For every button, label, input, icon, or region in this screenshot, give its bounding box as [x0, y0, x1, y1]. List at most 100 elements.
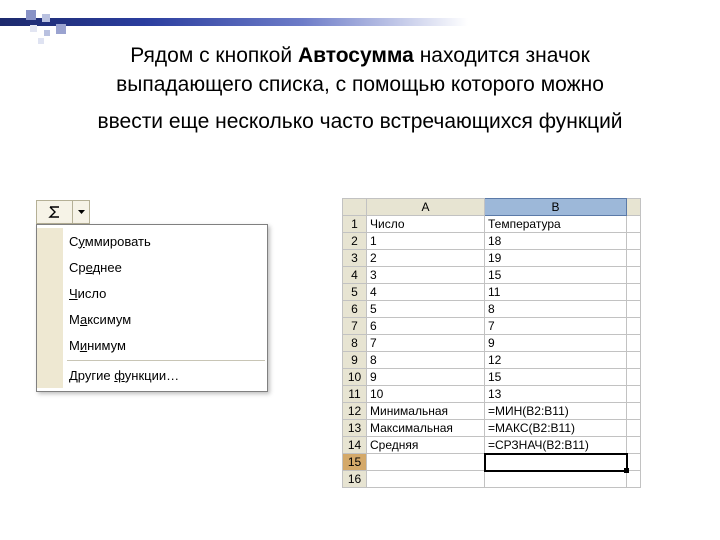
cell-stub[interactable]	[627, 420, 641, 437]
menu-item-label: Среднее	[63, 260, 267, 275]
menu-item[interactable]: Среднее	[37, 254, 267, 280]
table-row: 16	[343, 471, 641, 488]
cell[interactable]: =МАКС(B2:B11)	[485, 420, 627, 437]
cell-stub[interactable]	[627, 386, 641, 403]
autosum-dropdown-menu: Суммировать Среднее ЧислоМаксимумМинимум Др…	[36, 224, 268, 392]
cell[interactable]: 18	[485, 233, 627, 250]
cell-stub[interactable]	[627, 403, 641, 420]
table-row: 5411	[343, 284, 641, 301]
table-row: 15	[343, 454, 641, 471]
row-header[interactable]: 11	[343, 386, 367, 403]
menu-item[interactable]: Максимум	[37, 306, 267, 332]
menu-gutter	[37, 332, 63, 358]
row-header[interactable]: 7	[343, 318, 367, 335]
table-row: 9812	[343, 352, 641, 369]
cell[interactable]: 15	[485, 267, 627, 284]
cell-stub[interactable]	[627, 301, 641, 318]
spreadsheet[interactable]: A B 1ЧислоТемпература2118321943155411658…	[342, 198, 641, 488]
cell[interactable]: 5	[367, 301, 485, 318]
table-row: 10915	[343, 369, 641, 386]
cell-stub[interactable]	[627, 250, 641, 267]
cell-stub[interactable]	[627, 318, 641, 335]
cell[interactable]: 8	[485, 301, 627, 318]
cell[interactable]: 1	[367, 233, 485, 250]
table-row: 14Средняя=СРЗНАЧ(B2:B11)	[343, 437, 641, 454]
cell[interactable]	[367, 454, 485, 471]
cell-stub[interactable]	[627, 267, 641, 284]
menu-item[interactable]: Минимум	[37, 332, 267, 358]
cell[interactable]: 6	[367, 318, 485, 335]
cell[interactable]: 10	[367, 386, 485, 403]
cell-stub[interactable]	[627, 369, 641, 386]
row-header[interactable]: 8	[343, 335, 367, 352]
column-header-b[interactable]: B	[485, 199, 627, 216]
text-bold: Автосумма	[298, 44, 414, 67]
cell[interactable]: 2	[367, 250, 485, 267]
cell[interactable]: 8	[367, 352, 485, 369]
autosum-button[interactable]	[36, 200, 90, 224]
row-header[interactable]: 10	[343, 369, 367, 386]
row-header[interactable]: 15	[343, 454, 367, 471]
cell[interactable]: 13	[485, 386, 627, 403]
table-row: 879	[343, 335, 641, 352]
menu-item[interactable]: Число	[37, 280, 267, 306]
column-header-stub[interactable]	[627, 199, 641, 216]
text-segment: выпадающего списка, с помощью которого м…	[116, 73, 604, 96]
table-row: 12Минимальная=МИН(B2:B11)	[343, 403, 641, 420]
cell[interactable]	[367, 471, 485, 488]
cell[interactable]: Число	[367, 216, 485, 233]
cell-stub[interactable]	[627, 233, 641, 250]
cell[interactable]: 11	[485, 284, 627, 301]
row-header[interactable]: 5	[343, 284, 367, 301]
menu-gutter	[37, 228, 63, 254]
cell[interactable]: Температура	[485, 216, 627, 233]
row-header[interactable]: 2	[343, 233, 367, 250]
cell-stub[interactable]	[627, 335, 641, 352]
row-header[interactable]: 12	[343, 403, 367, 420]
row-header[interactable]: 14	[343, 437, 367, 454]
column-header-a[interactable]: A	[367, 199, 485, 216]
cell[interactable]: 12	[485, 352, 627, 369]
cell[interactable]: 19	[485, 250, 627, 267]
sigma-icon	[37, 201, 72, 223]
select-all-corner[interactable]	[343, 199, 367, 216]
cell-stub[interactable]	[627, 454, 641, 471]
cell[interactable]: 7	[485, 318, 627, 335]
row-header[interactable]: 13	[343, 420, 367, 437]
cell[interactable]: Максимальная	[367, 420, 485, 437]
row-header[interactable]: 4	[343, 267, 367, 284]
cell[interactable]: 9	[485, 335, 627, 352]
menu-gutter	[37, 362, 63, 388]
menu-item-label: Другие функции…	[63, 368, 267, 383]
cell[interactable]: Минимальная	[367, 403, 485, 420]
cell-stub[interactable]	[627, 471, 641, 488]
menu-item[interactable]: Суммировать	[37, 228, 267, 254]
cell[interactable]: 15	[485, 369, 627, 386]
text-segment: ввести еще несколько часто встречающихся…	[97, 110, 622, 133]
table-row: 2118	[343, 233, 641, 250]
cell-stub[interactable]	[627, 284, 641, 301]
cell[interactable]: 4	[367, 284, 485, 301]
slide-body-text: Рядом с кнопкой Автосумма находится знач…	[60, 42, 660, 137]
cell[interactable]: Средняя	[367, 437, 485, 454]
chevron-down-icon[interactable]	[72, 201, 89, 223]
row-header[interactable]: 6	[343, 301, 367, 318]
cell-stub[interactable]	[627, 352, 641, 369]
cell[interactable]	[485, 454, 627, 471]
table-row: 111013	[343, 386, 641, 403]
menu-gutter	[37, 306, 63, 332]
cell[interactable]: 7	[367, 335, 485, 352]
cell-stub[interactable]	[627, 216, 641, 233]
cell[interactable]: 3	[367, 267, 485, 284]
cell[interactable]: =МИН(B2:B11)	[485, 403, 627, 420]
cell[interactable]: 9	[367, 369, 485, 386]
row-header[interactable]: 16	[343, 471, 367, 488]
row-header[interactable]: 3	[343, 250, 367, 267]
menu-item-more-functions[interactable]: Другие функции…	[37, 362, 267, 388]
cell-stub[interactable]	[627, 437, 641, 454]
cell[interactable]	[485, 471, 627, 488]
table-row: 1ЧислоТемпература	[343, 216, 641, 233]
row-header[interactable]: 1	[343, 216, 367, 233]
cell[interactable]: =СРЗНАЧ(B2:B11)	[485, 437, 627, 454]
row-header[interactable]: 9	[343, 352, 367, 369]
